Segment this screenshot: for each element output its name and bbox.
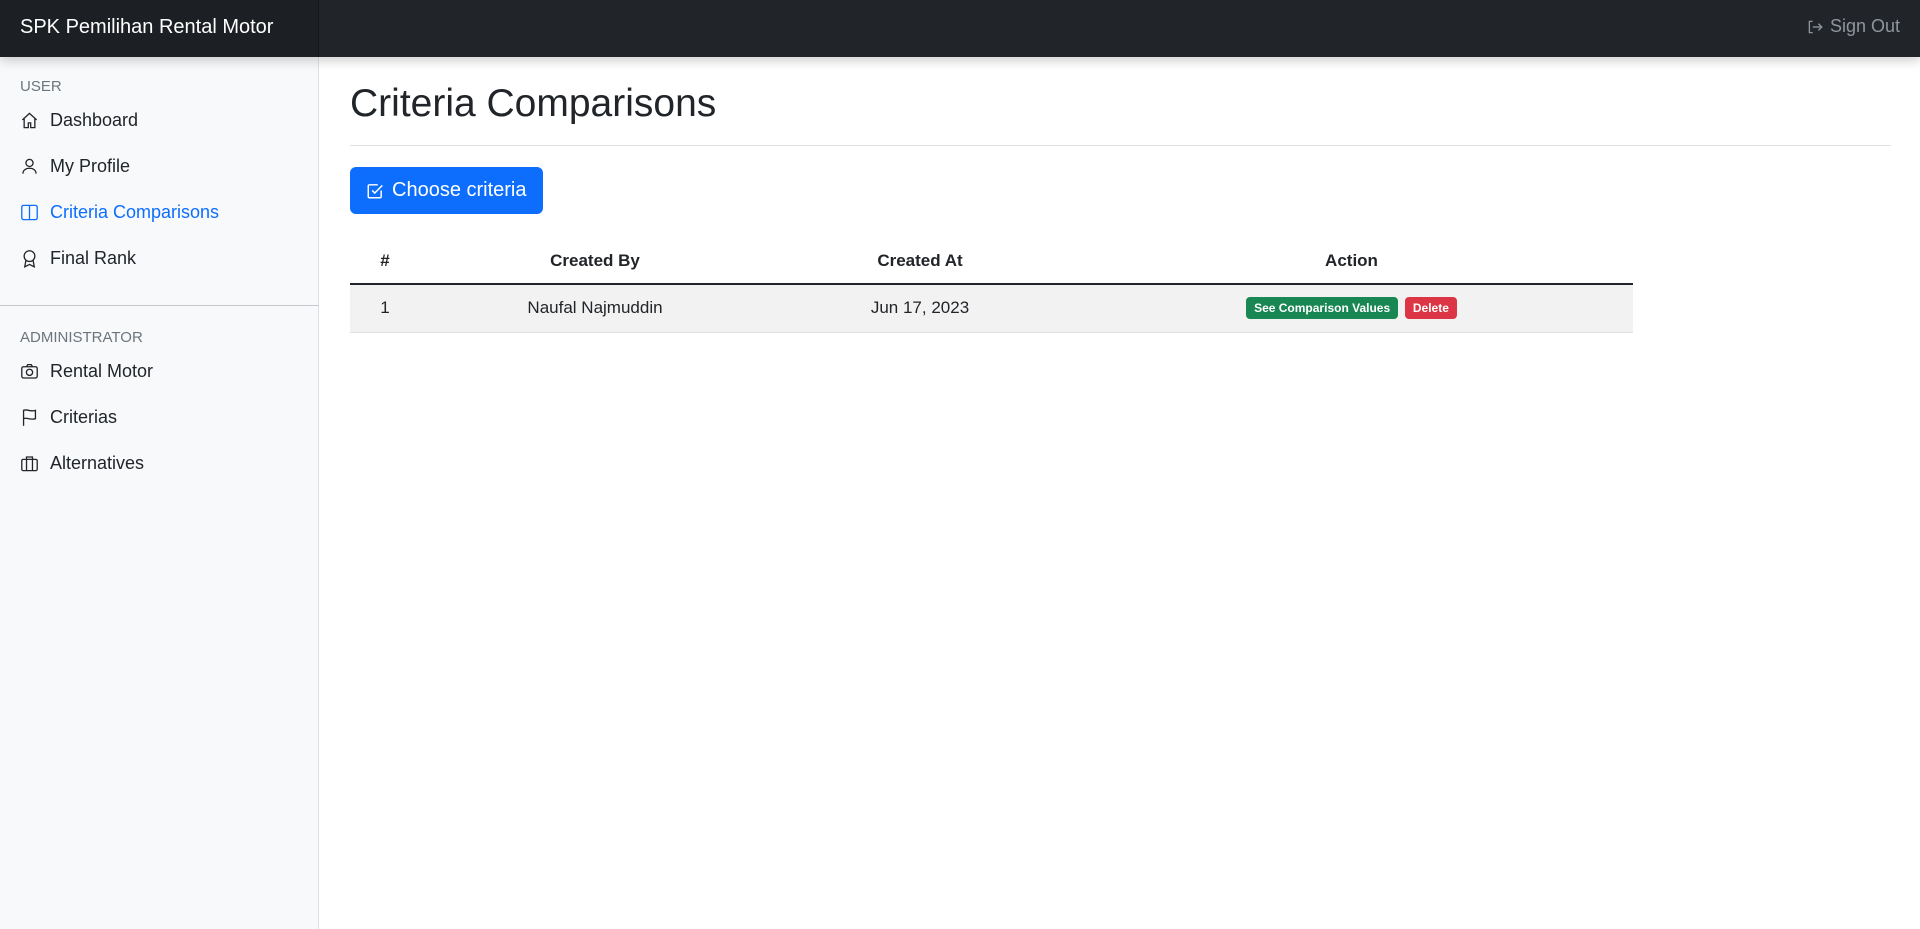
column-header-action: Action — [1070, 238, 1633, 285]
sign-out-label: Sign Out — [1829, 16, 1900, 36]
check-square-icon — [367, 183, 383, 198]
cell-created-at: Jun 17, 2023 — [770, 284, 1070, 333]
choose-criteria-button[interactable]: Choose criteria — [350, 167, 543, 214]
page-title: Criteria Comparisons — [350, 82, 717, 125]
sidebar-heading-user: USER — [20, 78, 62, 95]
sidebar-item-alternatives[interactable]: Alternatives — [0, 440, 318, 486]
sidebar-item-label: Rental Motor — [50, 360, 154, 381]
flag-icon — [22, 408, 37, 426]
sidebar-item-label: Dashboard — [50, 109, 139, 130]
table-row: 1 Naufal Najmuddin Jun 17, 2023 See Comp… — [350, 284, 1633, 333]
sidebar-heading-administrator: ADMINISTRATOR — [20, 329, 143, 346]
see-comparison-values-button[interactable]: See Comparison Values — [1246, 297, 1399, 320]
sidebar-item-criteria-comparisons[interactable]: Criteria Comparisons — [0, 189, 318, 235]
table-header-row: # Created By Created At Action — [350, 238, 1633, 285]
sidebar-item-label: Final Rank — [50, 247, 137, 268]
sidebar-item-label: My Profile — [50, 155, 131, 176]
sidebar: USER Dashboard My Profile Criteria Compa… — [0, 57, 319, 929]
comparisons-table: # Created By Created At Action 1 Naufal … — [350, 238, 1633, 333]
column-header-number: # — [350, 238, 420, 285]
camera-icon — [21, 363, 38, 379]
sidebar-item-dashboard[interactable]: Dashboard — [0, 97, 318, 143]
sidebar-item-criterias[interactable]: Criterias — [0, 394, 318, 440]
sidebar-item-label: Alternatives — [50, 452, 145, 473]
main-content: Criteria Comparisons Choose criteria # C… — [350, 57, 1891, 333]
sidebar-item-rental-motor[interactable]: Rental Motor — [0, 348, 318, 394]
column-header-created-by: Created By — [420, 238, 770, 285]
cell-actions: See Comparison Values Delete — [1070, 284, 1633, 333]
sidebar-item-my-profile[interactable]: My Profile — [0, 143, 318, 189]
sidebar-item-final-rank[interactable]: Final Rank — [0, 235, 318, 281]
delete-button[interactable]: Delete — [1404, 297, 1457, 320]
sign-out-link[interactable]: Sign Out — [1806, 16, 1900, 37]
top-navbar: SPK Pemilihan Rental Motor Sign Out — [0, 0, 1920, 57]
column-header-created-at: Created At — [770, 238, 1070, 285]
brand-link[interactable]: SPK Pemilihan Rental Motor — [0, 0, 319, 57]
award-icon — [23, 249, 36, 268]
title-divider — [350, 145, 1891, 146]
choose-criteria-label: Choose criteria — [392, 179, 527, 201]
sidebar-divider — [0, 305, 319, 306]
briefcase-icon — [21, 455, 38, 471]
cell-created-by: Naufal Najmuddin — [420, 284, 770, 333]
layout-split-icon — [21, 204, 38, 220]
person-icon — [22, 158, 37, 174]
sidebar-item-label: Criterias — [50, 406, 118, 427]
cell-number: 1 — [350, 284, 420, 333]
house-icon — [21, 111, 38, 128]
sidebar-item-label: Criteria Comparisons — [50, 201, 220, 222]
box-arrow-right-icon — [1808, 20, 1823, 33]
